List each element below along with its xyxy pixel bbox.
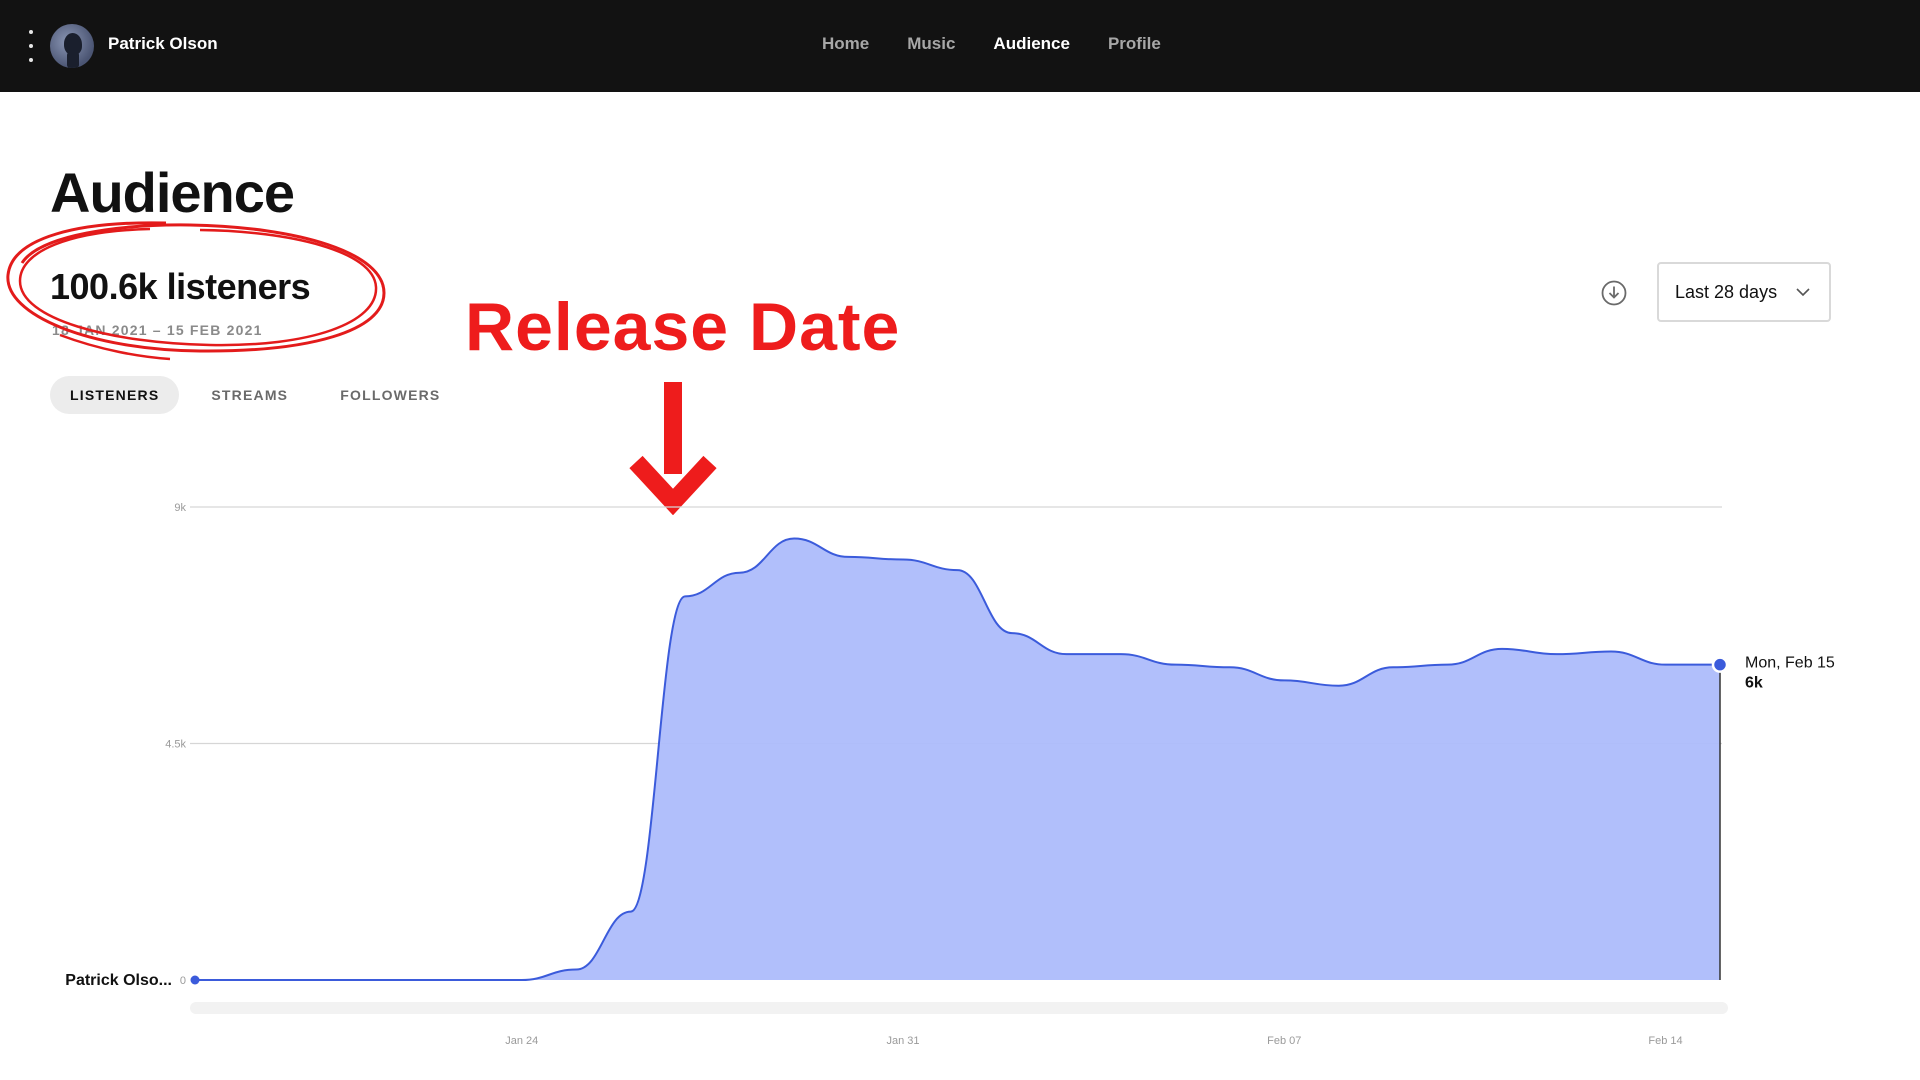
nav-link-music[interactable]: Music xyxy=(907,34,955,54)
nav-link-home[interactable]: Home xyxy=(822,34,869,54)
time-range-label: Last 28 days xyxy=(1675,281,1778,302)
nav-link-audience[interactable]: Audience xyxy=(993,34,1070,54)
tooltip-value: 6k xyxy=(1745,675,1763,692)
annotation-ellipse xyxy=(6,221,386,361)
y-tick-label: 9k xyxy=(174,502,186,514)
y-tick-label: 4.5k xyxy=(165,739,186,751)
tab-listeners[interactable]: LISTENERS xyxy=(50,376,180,414)
listeners-area-chart: 0 4.5k 9k Patrick Olso... Mon, Feb 15 6k Jan 2… xyxy=(65,502,1835,1047)
series-start-dot xyxy=(190,975,200,985)
x-tick-label: Feb 07 xyxy=(1267,1035,1301,1047)
chart-scroll-track[interactable] xyxy=(190,1002,1728,1014)
y-tick-label: 0 xyxy=(180,975,186,987)
nav-link-profile[interactable]: Profile xyxy=(1108,34,1161,54)
time-range-select[interactable]: Last 28 days xyxy=(1657,262,1831,322)
more-options-icon[interactable] xyxy=(24,30,38,62)
series-label: Patrick Olso... xyxy=(65,972,172,989)
metric-tabs: LISTENERS STREAMS FOLLOWERS xyxy=(50,376,472,414)
tab-followers[interactable]: FOLLOWERS xyxy=(320,376,460,414)
tooltip-date: Mon, Feb 15 xyxy=(1745,655,1835,672)
tab-streams[interactable]: STREAMS xyxy=(191,376,308,414)
x-tick-label: Feb 14 xyxy=(1648,1035,1682,1047)
artist-name[interactable]: Patrick Olson xyxy=(108,34,218,54)
chevron-down-icon xyxy=(1796,288,1810,297)
artist-avatar[interactable] xyxy=(50,24,94,68)
x-tick-label: Jan 31 xyxy=(887,1035,920,1047)
release-date-annotation: Release Date xyxy=(465,289,901,365)
top-nav-bar: Patrick Olson Home Music Audience Profil… xyxy=(0,0,1920,92)
series-area xyxy=(195,538,1720,980)
download-icon[interactable] xyxy=(1601,280,1627,306)
x-tick-label: Jan 24 xyxy=(505,1035,538,1047)
main-nav: Home Music Audience Profile xyxy=(822,34,1161,54)
hover-point xyxy=(1711,656,1729,673)
